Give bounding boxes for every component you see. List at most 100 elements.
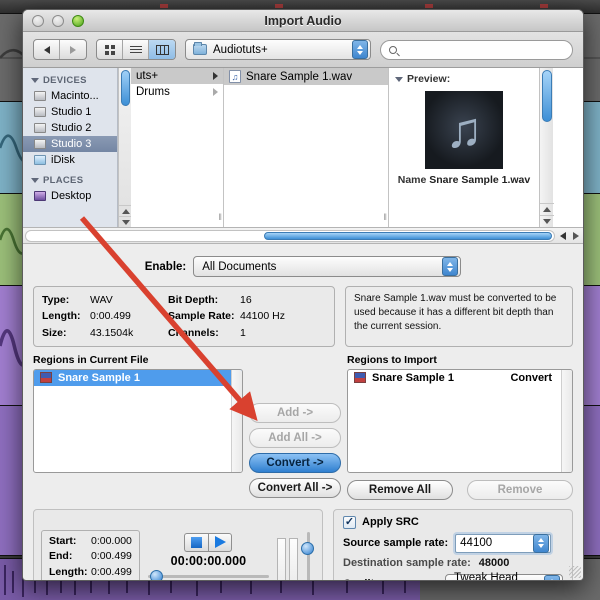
sidebar-item-desktop[interactable]: Desktop <box>23 188 117 204</box>
path-popup-button[interactable]: Audiotuts+ <box>185 39 371 60</box>
convert-button[interactable]: Convert -> <box>249 452 341 473</box>
zoom-button[interactable] <box>72 14 84 27</box>
convert-all-button[interactable]: Convert All -> <box>249 477 341 498</box>
add-all-button[interactable]: Add All -> <box>249 427 341 448</box>
column-row-snare-sample[interactable]: ♫ Snare Sample 1.wav <box>224 68 388 85</box>
spec-label-bit-depth: Bit Depth: <box>168 294 219 306</box>
volume-track <box>307 532 310 580</box>
sidebar-group-devices[interactable]: DEVICES <box>23 72 117 88</box>
playback-controls: 00:00:00.000 <box>147 532 269 580</box>
spec-label-size: Size: <box>42 326 67 339</box>
browser-horizontal-scrollbar[interactable] <box>23 228 583 244</box>
sidebar-item-idisk[interactable]: iDisk <box>23 152 117 168</box>
level-meter-left <box>277 538 286 580</box>
browser-scroll-thumb[interactable] <box>542 70 552 122</box>
sidebar-item-studio-3[interactable]: Studio 3 <box>23 136 117 152</box>
browser-scroll-up-button[interactable] <box>540 203 554 215</box>
region-icon <box>354 372 366 384</box>
spec-value-length: 0:00.499 <box>90 310 131 323</box>
hard-drive-icon <box>34 91 46 101</box>
sidebar-group-label: DEVICES <box>43 75 87 86</box>
browser-scroll-arrows[interactable] <box>540 203 554 227</box>
hscroll-right-button[interactable] <box>570 229 581 242</box>
search-field[interactable] <box>380 39 573 60</box>
enable-popup-stepper-icon <box>442 257 459 276</box>
column-row-drums[interactable]: Drums <box>131 84 223 100</box>
hscroll-left-button[interactable] <box>557 229 568 242</box>
view-list-mode[interactable] <box>123 40 149 59</box>
dest-rate-value: 48000 <box>478 556 510 569</box>
view-mode-segment[interactable] <box>96 39 176 60</box>
forward-arrow-icon <box>70 45 76 54</box>
quality-row: Quality: Tweak Head (Sl... <box>343 572 563 580</box>
disclosure-triangle-icon[interactable] <box>31 78 39 83</box>
disclosure-triangle-icon[interactable] <box>395 76 403 82</box>
remove-button[interactable]: Remove <box>467 479 573 500</box>
column-row-audiotuts[interactable]: uts+ <box>131 68 223 84</box>
sidebar-item-macintosh[interactable]: Macinto... <box>23 88 117 104</box>
apply-src-row[interactable]: ✓ Apply SRC <box>343 515 563 529</box>
sidebar-item-label: Studio 1 <box>51 106 92 118</box>
quality-popup-button[interactable]: Tweak Head (Sl... <box>445 572 563 580</box>
chevron-right-icon <box>213 72 218 80</box>
forward-button[interactable] <box>60 40 86 59</box>
sidebar-item-studio-1[interactable]: Studio 1 <box>23 104 117 120</box>
remove-all-button[interactable]: Remove All <box>347 479 453 500</box>
enable-popup-button[interactable]: All Documents <box>193 256 462 277</box>
sidebar-item-label: Studio 2 <box>51 122 92 134</box>
browser-column-1[interactable]: uts+ Drums ‖ <box>131 68 224 227</box>
close-button[interactable] <box>32 14 44 27</box>
playhead-knob[interactable] <box>149 569 163 580</box>
sidebar-scroll-thumb[interactable] <box>121 70 130 106</box>
list-item[interactable]: Snare Sample 1 <box>34 369 242 386</box>
spec-value-type: WAV <box>90 294 113 306</box>
sidebar-group-places[interactable]: PLACES <box>23 172 117 188</box>
hard-drive-icon <box>34 107 46 117</box>
add-button[interactable]: Add -> <box>249 402 341 423</box>
browser-scroll-down-button[interactable] <box>540 215 554 227</box>
view-icon-mode[interactable] <box>97 40 123 59</box>
preview-header[interactable]: Preview: <box>395 73 533 85</box>
spec-label-sample-rate: Sample Rate: <box>168 310 235 323</box>
apply-src-checkbox[interactable]: ✓ <box>343 515 356 529</box>
hscroll-track[interactable] <box>25 229 555 242</box>
window-resize-handle[interactable] <box>569 566 581 578</box>
column-resize-handle[interactable]: ‖ <box>218 212 222 222</box>
list-scrollbar[interactable] <box>231 369 242 472</box>
regions-current-list[interactable]: Snare Sample 1 <box>33 368 243 473</box>
volume-slider[interactable] <box>301 532 315 580</box>
back-button[interactable] <box>34 40 60 59</box>
list-scrollbar[interactable] <box>561 369 572 472</box>
sidebar-group-label: PLACES <box>43 175 84 186</box>
navigation-segment[interactable] <box>33 39 87 60</box>
column-resize-handle[interactable]: ‖ <box>383 212 387 222</box>
sidebar-item-studio-2[interactable]: Studio 2 <box>23 120 117 136</box>
window-titlebar[interactable]: Import Audio <box>23 10 583 32</box>
source-rate-stepper-icon[interactable] <box>533 533 550 553</box>
chevron-up-icon <box>121 208 130 214</box>
stop-button[interactable] <box>184 532 209 552</box>
playhead-slider[interactable] <box>147 569 269 580</box>
source-rate-field[interactable]: 44100 <box>455 533 552 553</box>
list-item[interactable]: Snare Sample 1 Convert <box>348 370 572 386</box>
sidebar-item-label: iDisk <box>51 154 75 166</box>
list-item-label: Snare Sample 1 <box>58 371 140 384</box>
browser-column-2[interactable]: ♫ Snare Sample 1.wav ‖ <box>224 68 389 227</box>
sidebar-scrollbar[interactable] <box>118 68 132 227</box>
chevron-left-icon <box>559 231 566 240</box>
disclosure-triangle-icon[interactable] <box>31 178 39 183</box>
back-arrow-icon <box>43 45 50 54</box>
play-button[interactable] <box>208 532 233 552</box>
chevron-down-icon <box>121 219 130 225</box>
view-column-mode[interactable] <box>149 40 175 59</box>
regions-import-list[interactable]: Snare Sample 1 Convert <box>347 368 573 473</box>
volume-knob[interactable] <box>301 542 314 556</box>
spec-value-bit-depth: 16 <box>240 294 252 306</box>
playhead-track <box>147 574 269 578</box>
hard-drive-icon <box>34 123 46 133</box>
browser-scrollbar[interactable] <box>539 68 554 227</box>
source-rate-input[interactable]: 44100 <box>460 537 533 549</box>
minimize-button[interactable] <box>52 14 64 27</box>
column-row-label: Snare Sample 1.wav <box>246 70 353 83</box>
hscroll-thumb[interactable] <box>263 231 552 240</box>
